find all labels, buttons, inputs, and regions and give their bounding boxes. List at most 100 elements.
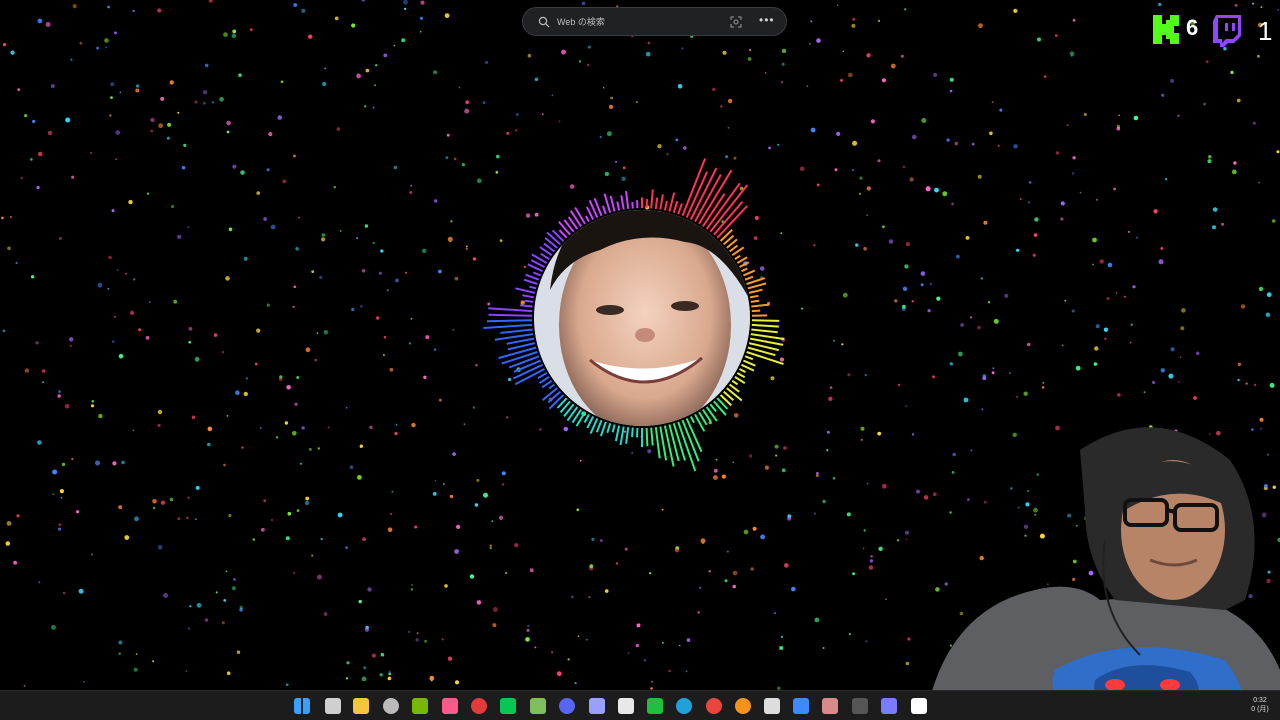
star-particle — [83, 681, 85, 683]
star-particle — [295, 247, 299, 251]
vim-icon[interactable] — [530, 698, 546, 714]
chrome-icon[interactable] — [706, 698, 722, 714]
app-icon[interactable] — [793, 698, 809, 714]
star-particle — [327, 426, 330, 429]
star-particle — [828, 396, 833, 401]
star-particle — [787, 516, 792, 521]
star-particle — [177, 517, 181, 521]
star-particle — [773, 612, 777, 615]
task-view-icon[interactable] — [325, 698, 341, 714]
star-particle — [369, 425, 373, 430]
star-particle — [589, 564, 594, 568]
star-particle — [1153, 209, 1158, 214]
obs-icon[interactable] — [383, 698, 399, 714]
star-particle — [492, 623, 497, 628]
tray-app-icon[interactable] — [852, 698, 868, 714]
star-particle — [238, 73, 242, 77]
star-particle — [371, 653, 376, 658]
star-particle — [13, 560, 17, 565]
star-particle — [194, 100, 198, 104]
star-particle — [379, 673, 383, 677]
xbox-icon[interactable] — [647, 698, 663, 714]
star-particle — [91, 400, 95, 403]
star-particle — [235, 390, 240, 396]
star-particle — [897, 383, 901, 387]
star-particle — [780, 635, 784, 639]
star-particle — [1170, 78, 1175, 83]
star-particle — [651, 680, 653, 683]
star-particle — [16, 514, 20, 518]
web-search-bar[interactable]: Web の検索 ••• — [522, 7, 787, 36]
star-particle — [1072, 156, 1076, 160]
star-particle — [2, 43, 7, 47]
star-particle — [1072, 18, 1076, 22]
star-particle — [588, 596, 591, 599]
spectrum-bar — [498, 346, 537, 360]
star-particle — [1158, 259, 1164, 265]
star-particle — [1170, 347, 1175, 352]
spectrum-bar — [713, 400, 727, 416]
star-particle — [816, 472, 819, 475]
spectrum-bar — [500, 328, 533, 334]
kick-logo-icon — [1153, 15, 1179, 44]
star-particle — [833, 339, 835, 342]
discord-icon[interactable] — [559, 698, 575, 714]
star-particle — [1236, 98, 1241, 103]
star-particle — [107, 5, 110, 9]
star-particle — [394, 432, 398, 436]
star-particle — [1245, 382, 1248, 385]
star-particle — [24, 114, 28, 118]
spectrum-bar — [548, 383, 556, 390]
star-particle — [1160, 368, 1166, 373]
taskbar-clock[interactable]: 0:32 0 (月) — [1246, 696, 1274, 714]
spectrum-bar — [690, 416, 695, 424]
star-particle — [1158, 2, 1162, 7]
notepad-icon[interactable] — [618, 698, 634, 714]
star-particle — [118, 640, 123, 645]
g-hub-icon[interactable] — [764, 698, 780, 714]
clock-date: 0 (月) — [1251, 706, 1269, 713]
spectrum-bar — [541, 387, 558, 401]
spectrum-bar — [537, 372, 548, 380]
star-particle — [364, 105, 367, 108]
star-particle — [188, 627, 190, 630]
vpn-icon[interactable] — [589, 698, 605, 714]
spectrum-bar — [734, 254, 741, 260]
star-particle — [1234, 3, 1238, 7]
star-particle — [367, 587, 372, 592]
star-particle — [525, 637, 530, 642]
star-particle — [848, 633, 851, 636]
search-input[interactable]: Web の検索 — [557, 15, 605, 28]
star-particle — [726, 550, 729, 553]
star-particle — [1181, 308, 1186, 313]
star-particle — [1023, 391, 1028, 396]
nvidia-icon[interactable] — [412, 698, 428, 714]
record-icon[interactable] — [471, 698, 487, 714]
star-particle — [208, 0, 213, 3]
star-particle — [393, 44, 396, 47]
bitcoin-icon[interactable] — [735, 698, 751, 714]
star-particle — [814, 617, 820, 623]
capcut-icon[interactable] — [911, 698, 927, 714]
more-icon[interactable]: ••• — [759, 13, 775, 27]
lips-app-icon[interactable] — [442, 698, 458, 714]
star-particle — [268, 132, 273, 137]
star-particle — [316, 332, 319, 335]
line-icon[interactable] — [500, 698, 516, 714]
star-particle — [259, 427, 262, 429]
windows-start-icon[interactable] — [294, 698, 310, 714]
star-particle — [364, 224, 369, 228]
star-particle — [271, 519, 273, 521]
star-particle — [855, 243, 859, 247]
star-particle — [1203, 102, 1206, 106]
tray-app-icon-2[interactable] — [881, 698, 897, 714]
spectrum-bar — [558, 229, 568, 239]
star-particle — [636, 623, 641, 628]
photos-icon[interactable] — [822, 698, 838, 714]
file-explorer-icon[interactable] — [353, 698, 369, 714]
star-particle — [866, 214, 869, 217]
edge-icon[interactable] — [676, 698, 692, 714]
visual-search-icon[interactable] — [730, 16, 742, 28]
star-particle — [1103, 327, 1109, 332]
star-particle — [677, 84, 683, 89]
